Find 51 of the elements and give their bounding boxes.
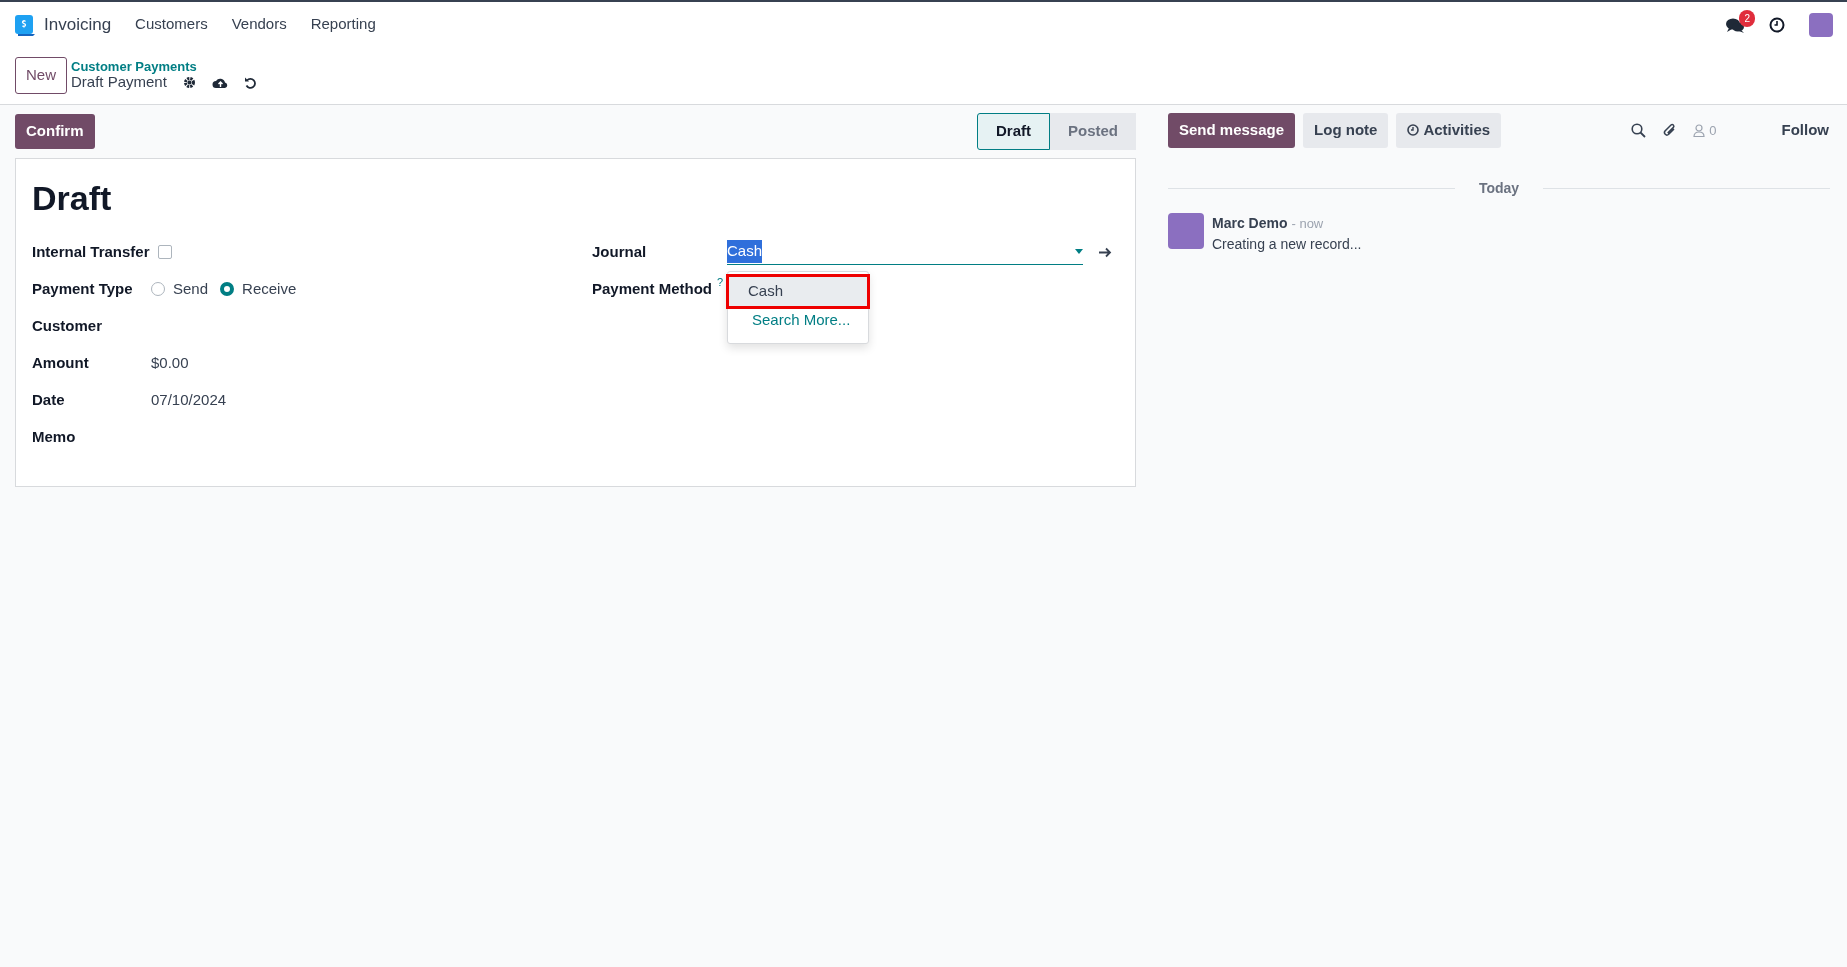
follow-button[interactable]: Follow	[1780, 118, 1830, 143]
field-label: Journal	[592, 241, 648, 262]
app-logo-icon[interactable]	[14, 13, 36, 36]
search-icon[interactable]	[1631, 122, 1647, 138]
clock-icon	[1407, 124, 1420, 136]
breadcrumb-link[interactable]: Customer Payments	[71, 60, 257, 75]
app-name[interactable]: Invoicing	[44, 11, 112, 38]
message-body: Creating a new record...	[1212, 234, 1362, 254]
dropdown-option[interactable]: Cash	[728, 276, 868, 307]
chatter-button[interactable]: Log note	[1303, 113, 1389, 148]
radio-label: Send	[173, 278, 209, 299]
chatter-button[interactable]: Send message	[1168, 113, 1296, 148]
search-more-link[interactable]: Search More...	[728, 306, 868, 333]
record-name: Draft Payment	[71, 74, 167, 91]
field-label: Memo	[32, 426, 77, 447]
menu-item[interactable]: Vendors	[231, 13, 287, 36]
cloud-upload-icon[interactable]	[211, 76, 228, 90]
field-label: Customer	[32, 315, 103, 336]
user-avatar[interactable]	[1809, 12, 1833, 37]
new-button[interactable]: New	[15, 57, 67, 94]
field-label: Payment Type	[32, 278, 134, 299]
message-count-badge: 2	[1739, 9, 1755, 27]
field-label: Internal Transfer	[32, 241, 151, 262]
undo-icon[interactable]	[243, 76, 257, 90]
status-step[interactable]: Posted	[1050, 113, 1136, 150]
message-time: - now	[1291, 214, 1324, 233]
status-step[interactable]: Draft	[976, 113, 1050, 150]
paperclip-icon[interactable]	[1662, 122, 1678, 139]
author-avatar	[1168, 212, 1204, 249]
date-separator: Today	[1478, 178, 1520, 198]
clock-icon[interactable]	[1769, 16, 1785, 33]
menu-item[interactable]: Customers	[135, 13, 208, 36]
menu-item[interactable]: Reporting	[310, 13, 376, 36]
radio-label: Receive	[242, 278, 297, 299]
confirm-button[interactable]: Confirm	[15, 114, 95, 149]
radio-button[interactable]	[220, 282, 235, 296]
checkbox[interactable]	[157, 245, 172, 259]
chatter-button[interactable]: Activities	[1396, 113, 1502, 148]
journal-field[interactable]: Cash	[727, 239, 1083, 265]
follower-count: 0	[1709, 121, 1717, 140]
field-value: 07/10/2024	[151, 389, 227, 410]
field-label: Payment Method	[592, 278, 712, 299]
record-title: Draft	[32, 177, 113, 219]
field-label: Date	[32, 389, 66, 410]
arrow-right-icon[interactable]	[1099, 246, 1112, 258]
dropdown-caret-icon[interactable]	[1075, 249, 1083, 254]
field-label: Amount	[32, 352, 90, 373]
help-icon[interactable]: ?	[716, 276, 725, 288]
gear-icon[interactable]	[182, 76, 196, 90]
field-value: $0.00	[151, 352, 189, 373]
message-author: Marc Demo	[1212, 213, 1288, 233]
